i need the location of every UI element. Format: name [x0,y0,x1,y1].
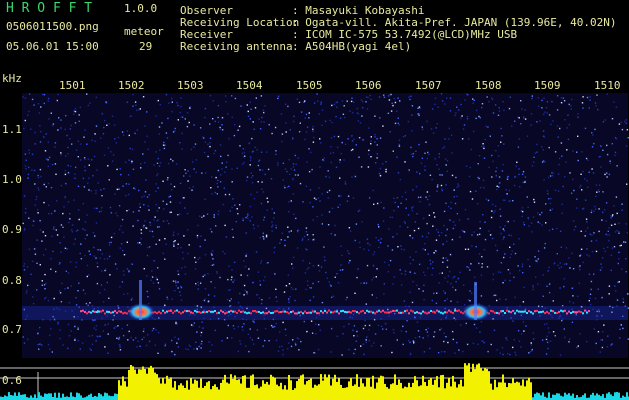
spectrogram-plot [0,93,629,400]
app-version: 1.0.0 [124,2,158,15]
x-tick-label: 1502 [118,79,145,92]
y-tick-label: 0.8 [2,274,22,287]
timestamp: 05.06.01 15:00 [6,40,99,53]
y-tick-label: 1.1 [2,123,22,136]
x-tick-label: 1506 [355,79,382,92]
axis-unit-label: kHz [2,72,22,85]
meteor-streak-left [139,280,142,320]
file-name: 0506011500.png [6,20,99,33]
x-tick-label: 1503 [177,79,204,92]
y-tick-label: 0.9 [2,223,22,236]
y-tick-label: 0.6 [2,374,22,387]
y-tick-label: 1.0 [2,173,22,186]
x-tick-label: 1508 [475,79,502,92]
meteor-streak-right [474,282,477,320]
info-key-antenna: Receiving antenna [180,40,293,53]
y-tick-label: 0.7 [2,323,22,336]
x-tick-label: 1501 [59,79,86,92]
x-tick-label: 1505 [296,79,323,92]
meteor-label: meteor [124,25,164,38]
x-tick-label: 1504 [236,79,263,92]
x-tick-label: 1510 [594,79,621,92]
x-tick-label: 1509 [534,79,561,92]
app-title: H R O F F T [6,1,93,16]
power-histogram [0,363,629,400]
meteor-count: 29 [139,40,153,53]
info-value-antenna: : A504HB(yagi 4el) [292,40,412,53]
x-tick-label: 1507 [415,79,442,92]
